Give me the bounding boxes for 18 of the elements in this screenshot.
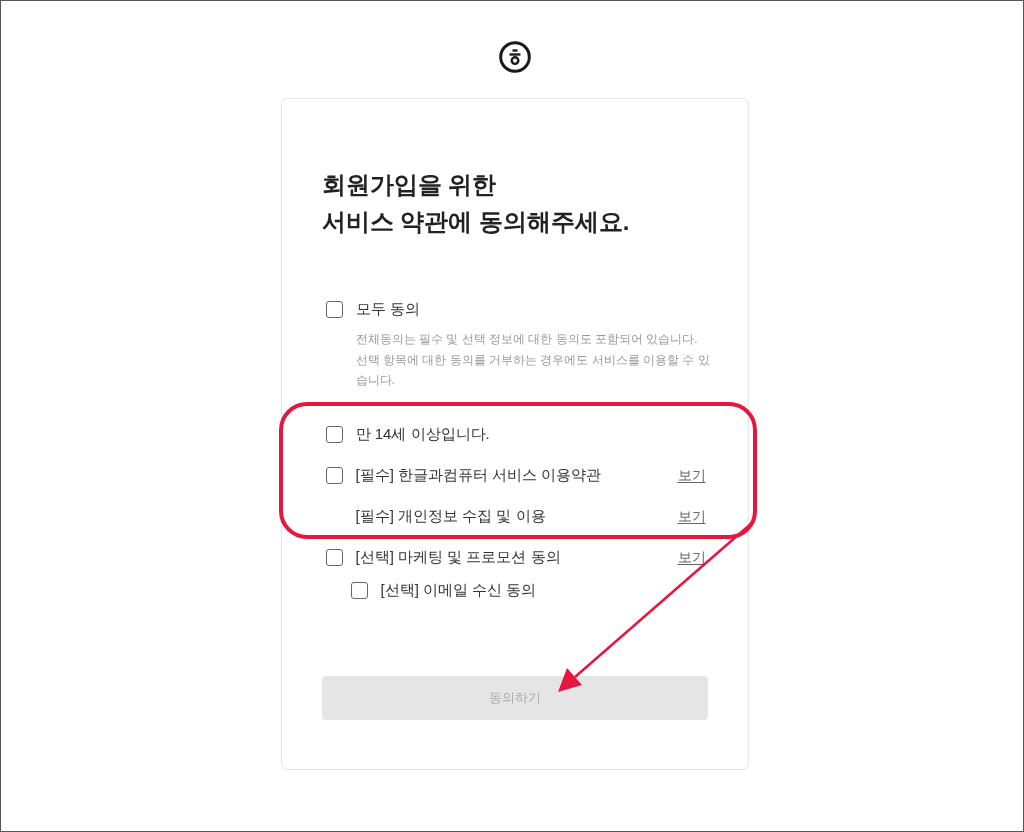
agree-all-note: 전체동의는 필수 및 선택 정보에 대한 동의도 포함되어 있습니다. 선택 항목에 대한 동의를 거부하는 경우에도 서비스를 이용할 수 있습니다. xyxy=(355,331,711,389)
view-link[interactable]: 보기 xyxy=(677,506,706,527)
consent-label: 만 14세 이상입니다. xyxy=(355,424,490,445)
consent-label: [필수] 개인정보 수집 및 이용 xyxy=(355,506,546,527)
consent-label: [선택] 이메일 수신 동의 xyxy=(380,580,537,601)
logo-icon xyxy=(498,41,531,73)
consent-label: [필수] 한글과컴퓨터 서비스 이용약관 xyxy=(355,465,602,486)
checkbox[interactable] xyxy=(325,549,343,566)
view-link[interactable]: 보기 xyxy=(677,465,706,486)
checkbox[interactable] xyxy=(350,582,368,599)
checkbox[interactable] xyxy=(325,467,343,484)
agree-all-label: 모두 동의 xyxy=(355,298,420,319)
title-line: 서비스 약관에 동의해주세요. xyxy=(321,207,631,237)
checkbox[interactable] xyxy=(325,300,343,318)
view-link[interactable]: 보기 xyxy=(677,547,706,568)
title-line: 회원가입을 위한 xyxy=(321,170,498,200)
consent-label: [선택] 마케팅 및 프로모션 동의 xyxy=(355,547,561,568)
checkbox[interactable] xyxy=(325,426,343,443)
